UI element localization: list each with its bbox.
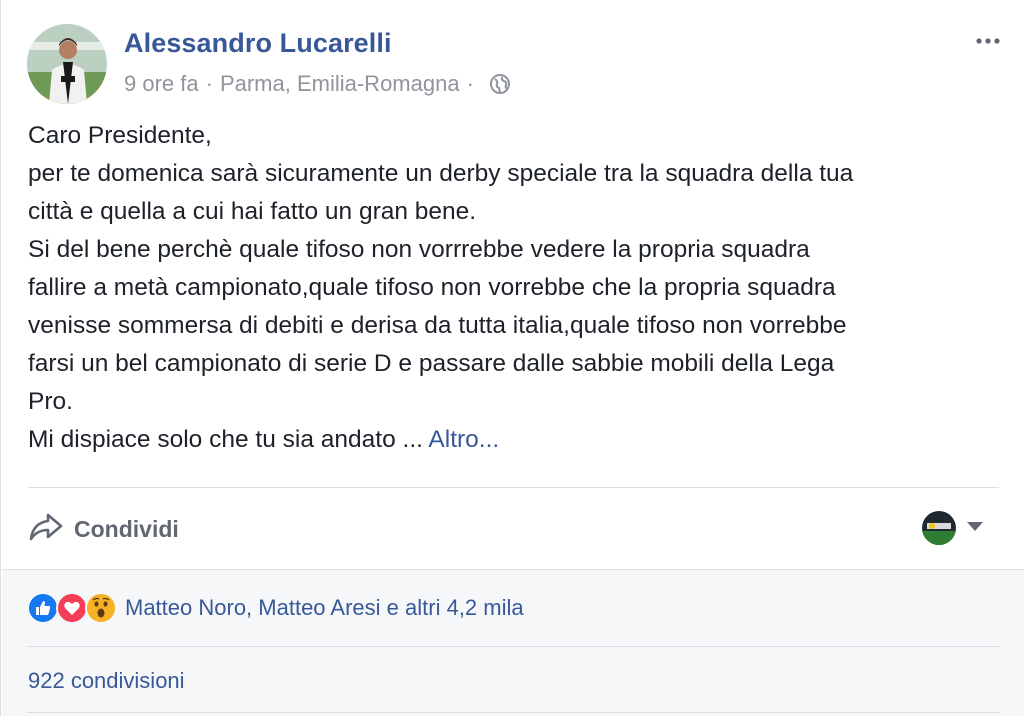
reactors-link[interactable]: Matteo Noro, Matteo Aresi e altri 4,2 mi… xyxy=(125,595,524,621)
post-text-line: venisse sommersa di debiti e derisa da t… xyxy=(28,312,847,339)
meta-separator: · xyxy=(466,71,474,96)
meta-separator: · xyxy=(205,71,213,96)
post-text-line: Pro. xyxy=(28,388,73,415)
page-avatar xyxy=(922,511,956,545)
like-icon[interactable] xyxy=(27,592,59,624)
divider xyxy=(28,487,999,488)
post-card: Alessandro Lucarelli 9 ore fa · Parma, E… xyxy=(0,0,1024,716)
post-text-line: città e quella a cui hai fatto un gran b… xyxy=(28,198,477,225)
post-header: Alessandro Lucarelli 9 ore fa · Parma, E… xyxy=(27,24,1007,104)
author-avatar[interactable] xyxy=(27,24,107,104)
post-body: Caro Presidente, per te domenica sarà si… xyxy=(28,117,993,459)
share-label: Condividi xyxy=(74,515,179,542)
post-location[interactable]: Parma, Emilia-Romagna xyxy=(220,71,460,97)
post-text-last-line: Mi dispiace solo che tu sia andato ... A… xyxy=(28,421,993,459)
author-name[interactable]: Alessandro Lucarelli xyxy=(124,28,392,59)
post-meta: 9 ore fa · Parma, Emilia-Romagna · xyxy=(124,71,511,97)
love-icon[interactable] xyxy=(56,592,88,624)
shares-count-link[interactable]: 922 condivisioni xyxy=(28,668,185,694)
post-text-line: Si del bene perchè quale tifoso non vorr… xyxy=(28,236,810,263)
post-text-line: farsi un bel campionato di serie D e pas… xyxy=(28,350,835,377)
post-text-truncated: Mi dispiace solo che tu sia andato ... xyxy=(28,426,423,453)
post-text-line: fallire a metà campionato,quale tifoso n… xyxy=(28,274,836,301)
share-arrow-icon xyxy=(28,511,64,548)
see-more-link[interactable]: Altro... xyxy=(428,426,499,453)
post-as-selector[interactable] xyxy=(922,511,984,545)
share-button[interactable]: Condividi xyxy=(28,500,179,558)
post-text-line: per te domenica sarà sicuramente un derb… xyxy=(28,160,854,187)
divider xyxy=(27,646,1000,647)
more-options-icon[interactable] xyxy=(973,26,1003,56)
post-text-line: Caro Presidente, xyxy=(28,122,212,149)
globe-icon[interactable] xyxy=(489,73,511,95)
post-timestamp[interactable]: 9 ore fa xyxy=(124,71,199,97)
chevron-down-icon xyxy=(966,519,984,537)
reactions-summary: Matteo Noro, Matteo Aresi e altri 4,2 mi… xyxy=(27,590,524,626)
divider xyxy=(27,712,1000,713)
wow-icon[interactable] xyxy=(85,592,117,624)
post-footer: Matteo Noro, Matteo Aresi e altri 4,2 mi… xyxy=(2,569,1024,716)
post-actions: Condividi xyxy=(28,500,999,558)
